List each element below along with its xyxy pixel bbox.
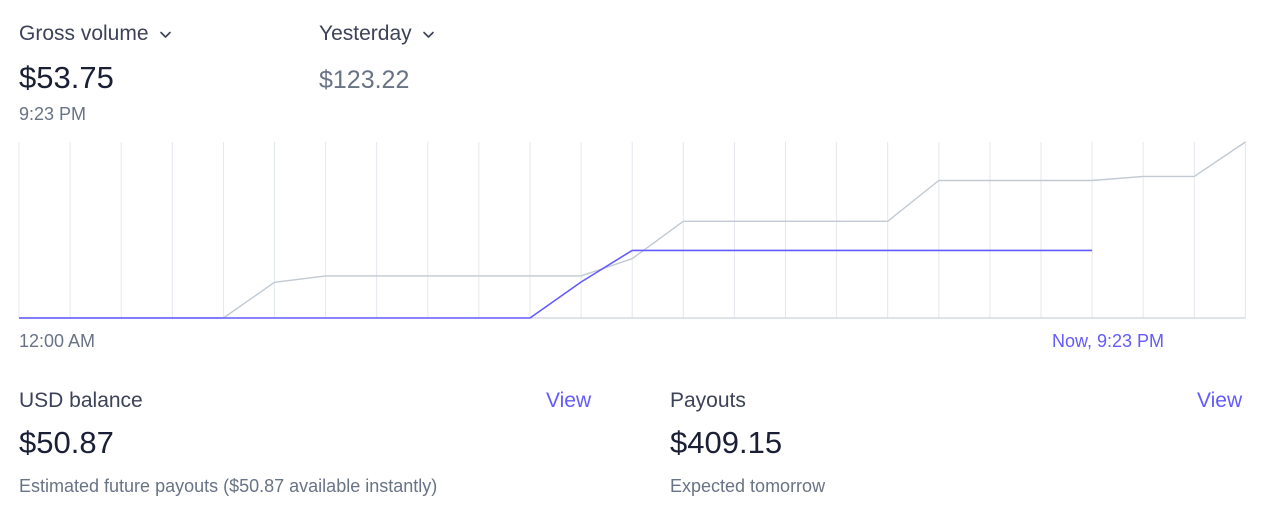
gross-volume-label: Gross volume xyxy=(19,22,149,45)
chart-x-start-label: 12:00 AM xyxy=(19,331,96,351)
usd-balance-amount: $50.87 xyxy=(19,425,114,460)
gross-volume-chart[interactable] xyxy=(0,130,1280,330)
payouts-subtitle: Expected tomorrow xyxy=(670,476,826,496)
payouts-title: Payouts xyxy=(670,389,746,412)
chart-x-end-label: Now, 9:23 PM xyxy=(1052,331,1165,351)
usd-balance-subtitle: Estimated future payouts ($50.87 availab… xyxy=(19,476,438,496)
compare-period-value: $123.22 xyxy=(319,66,410,94)
usd-balance-title: USD balance xyxy=(19,389,143,412)
payouts-amount: $409.15 xyxy=(670,425,783,460)
gross-volume-selector[interactable]: Gross volume xyxy=(19,22,172,46)
today-series-line xyxy=(19,249,1093,319)
compare-period-selector[interactable]: Yesterday xyxy=(319,22,435,46)
gross-volume-value: $53.75 xyxy=(19,60,114,95)
gross-volume-time: 9:23 PM xyxy=(19,104,87,124)
chart-svg xyxy=(18,141,1246,319)
chevron-down-icon xyxy=(159,31,171,38)
chevron-down-icon xyxy=(422,31,434,38)
compare-period-label: Yesterday xyxy=(319,22,412,45)
usd-balance-view-link[interactable]: View xyxy=(546,389,591,413)
payouts-view-link[interactable]: View xyxy=(1197,389,1242,413)
